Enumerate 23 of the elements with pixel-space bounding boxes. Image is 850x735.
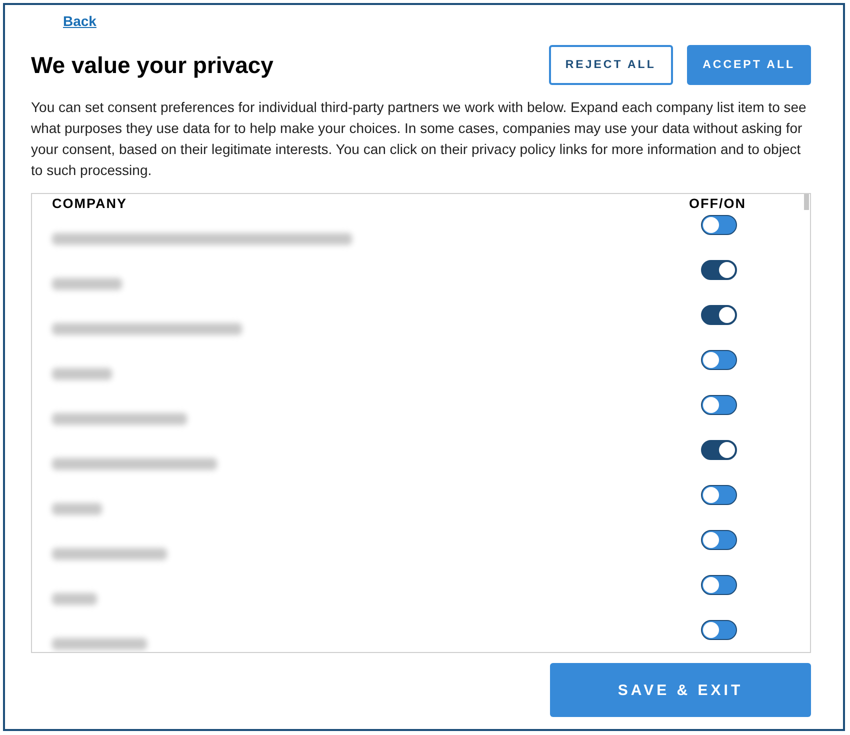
column-header: COMPANY — [52, 196, 128, 211]
consent-toggle[interactable] — [701, 440, 737, 460]
consent-toggle[interactable] — [701, 305, 737, 325]
accept-all-button[interactable]: ACCEPT ALL — [686, 45, 811, 85]
reject-all-button[interactable]: REJECT ALL — [548, 45, 673, 85]
blurred-company-name — [52, 368, 112, 380]
scrollbar-thumb[interactable] — [804, 194, 809, 210]
blurred-company-name — [52, 278, 122, 290]
page-title: We value your privacy — [31, 52, 274, 78]
blurred-company-name — [52, 503, 102, 515]
back-link[interactable]: Back — [63, 13, 96, 29]
consent-toggle[interactable] — [701, 215, 737, 235]
consent-toggle[interactable] — [701, 350, 737, 370]
description-text: You can set consent preferences for individual third-party partners we work with below. Expand each company list item to see what purposes they use data for to help make your choices. In some cases, companies may use your data without asking for your consent, based on their legitimate interests. You can click on their privacy policy links for more information and to object to such processing. — [31, 98, 808, 180]
consent-toggle[interactable] — [701, 260, 737, 280]
blurred-company-name — [52, 593, 97, 605]
column-header: OFF/ON — [689, 196, 746, 211]
consent-toggle[interactable] — [701, 575, 737, 595]
consent-toggle[interactable] — [701, 530, 737, 550]
consent-toggle[interactable] — [701, 395, 737, 415]
consent-toggle[interactable] — [701, 485, 737, 505]
save-exit-button[interactable]: SAVE & EXIT — [550, 663, 811, 717]
consent-toggle[interactable] — [701, 620, 737, 640]
